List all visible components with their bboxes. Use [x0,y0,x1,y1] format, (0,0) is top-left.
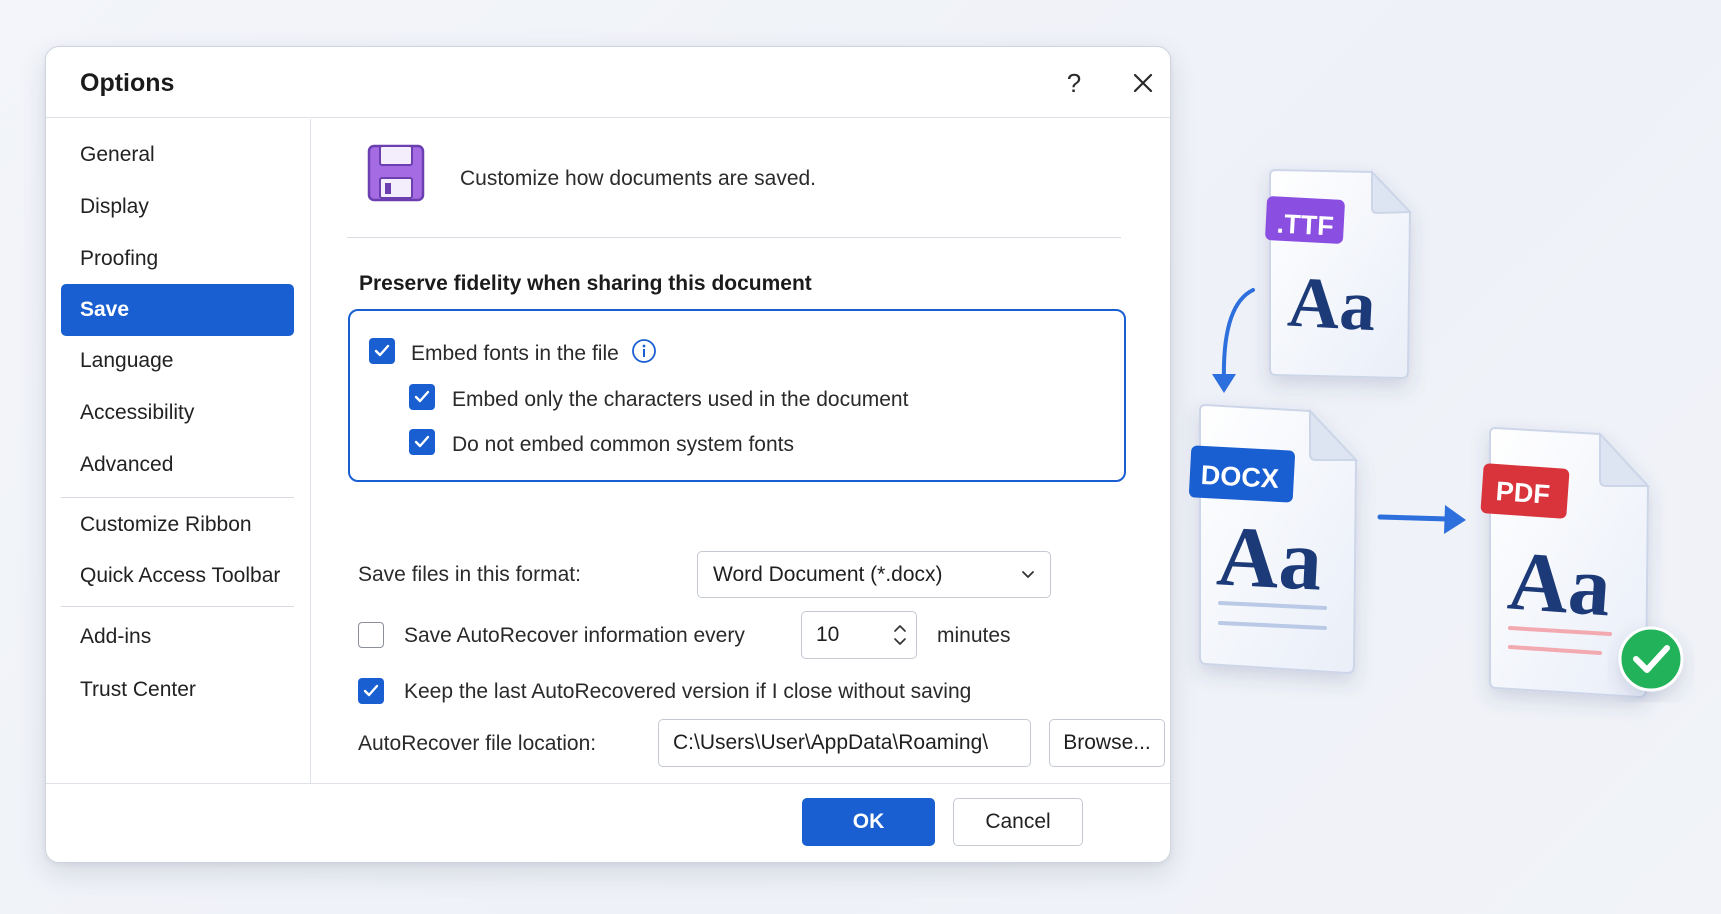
pdf-badge [1480,463,1570,519]
embed-fonts-checkbox[interactable] [369,338,395,364]
keep-last-checkbox[interactable] [358,678,384,704]
sidebar-item-trust-center[interactable]: Trust Center [61,664,294,716]
sidebar-item-general[interactable]: General [61,129,294,181]
save-options-panel: Customize how documents are saved. Prese… [312,119,1170,783]
embed-fonts-label: Embed fonts in the file [411,342,619,365]
browse-button[interactable]: Browse... [1049,719,1165,767]
sidebar-item-add-ins[interactable]: Add-ins [61,611,294,663]
help-icon: ? [1066,67,1082,98]
autorecover-label: Save AutoRecover information every [404,624,745,647]
docx-glyph-sample: Aa [1215,507,1325,608]
embed-only-used-label: Embed only the characters used in the do… [452,388,909,411]
no-common-fonts-checkbox[interactable] [409,429,435,455]
options-dialog: Options ? General Display Proofing Save … [45,46,1171,863]
chevron-down-icon [1022,571,1034,578]
dialog-titlebar: Options ? [46,47,1170,118]
ttf-glyph-sample: Aa [1286,262,1378,346]
sidebar-item-save[interactable]: Save [61,284,294,336]
floppy-disk-icon [367,144,425,202]
close-icon [1133,73,1153,93]
curved-arrowhead-icon [1212,374,1236,393]
checkmark-icon [363,684,379,697]
keep-last-label: Keep the last AutoRecovered version if I… [404,680,972,703]
curved-arrow-icon [1221,288,1255,384]
save-description: Customize how documents are saved. [460,167,817,190]
ttf-badge-label: .TTF [1276,209,1334,242]
sidebar-item-advanced[interactable]: Advanced [61,439,294,491]
sidebar-divider [61,497,294,498]
sidebar-item-language[interactable]: Language [61,335,294,387]
checkmark-icon [374,344,390,357]
dialog-title: Options [80,69,175,97]
embed-only-used-checkbox[interactable] [409,384,435,410]
sidebar-item-proofing[interactable]: Proofing [61,233,294,285]
right-arrowhead-icon [1444,505,1466,534]
pdf-file-icon: PDF Aa [1480,426,1651,699]
right-arrow-icon [1377,514,1451,522]
ok-button[interactable]: OK [802,798,935,846]
sidebar-item-display[interactable]: Display [61,181,294,233]
minutes-unit-label: minutes [937,624,1011,647]
sidebar-item-accessibility[interactable]: Accessibility [61,387,294,439]
info-icon[interactable] [631,338,657,364]
checkmark-icon [414,390,430,403]
autorecover-minutes-stepper[interactable]: 10 [801,611,917,659]
autorecover-location-value: C:\Users\User\AppData\Roaming\ [673,731,989,754]
help-button[interactable]: ? [1054,63,1094,103]
ttf-badge [1265,196,1345,244]
pdf-badge-label: PDF [1495,476,1551,510]
fidelity-section-title: Preserve fidelity when sharing this docu… [359,272,812,295]
sidebar-item-quick-access-toolbar[interactable]: Quick Access Toolbar [61,550,294,602]
autorecover-location-label: AutoRecover file location: [358,732,597,755]
options-sidebar: General Display Proofing Save Language A… [46,119,311,783]
pdf-glyph-sample: Aa [1505,534,1614,634]
docx-badge-label: DOCX [1200,460,1279,494]
checkmark-icon [414,435,430,448]
spinner-arrows-icon[interactable] [893,620,907,650]
autorecover-location-input[interactable]: C:\Users\User\AppData\Roaming\ [658,719,1031,767]
dialog-footer: OK Cancel [46,783,1170,862]
autorecover-minutes-value: 10 [816,623,840,646]
no-common-fonts-label: Do not embed common system fonts [452,433,794,456]
docx-badge [1189,445,1295,503]
save-format-select[interactable]: Word Document (*.docx) [697,551,1051,598]
section-divider [347,237,1121,238]
sidebar-divider [61,606,294,607]
docx-file-icon: DOCX Aa [1189,403,1359,675]
autorecover-checkbox[interactable] [358,622,384,648]
ttf-font-file-icon: .TTF Aa [1265,168,1413,380]
cancel-button[interactable]: Cancel [953,798,1083,846]
close-button[interactable] [1123,63,1163,103]
success-check-icon [1618,626,1684,692]
sidebar-item-customize-ribbon[interactable]: Customize Ribbon [61,499,294,551]
save-format-value: Word Document (*.docx) [713,562,943,586]
save-format-label: Save files in this format: [358,563,581,586]
